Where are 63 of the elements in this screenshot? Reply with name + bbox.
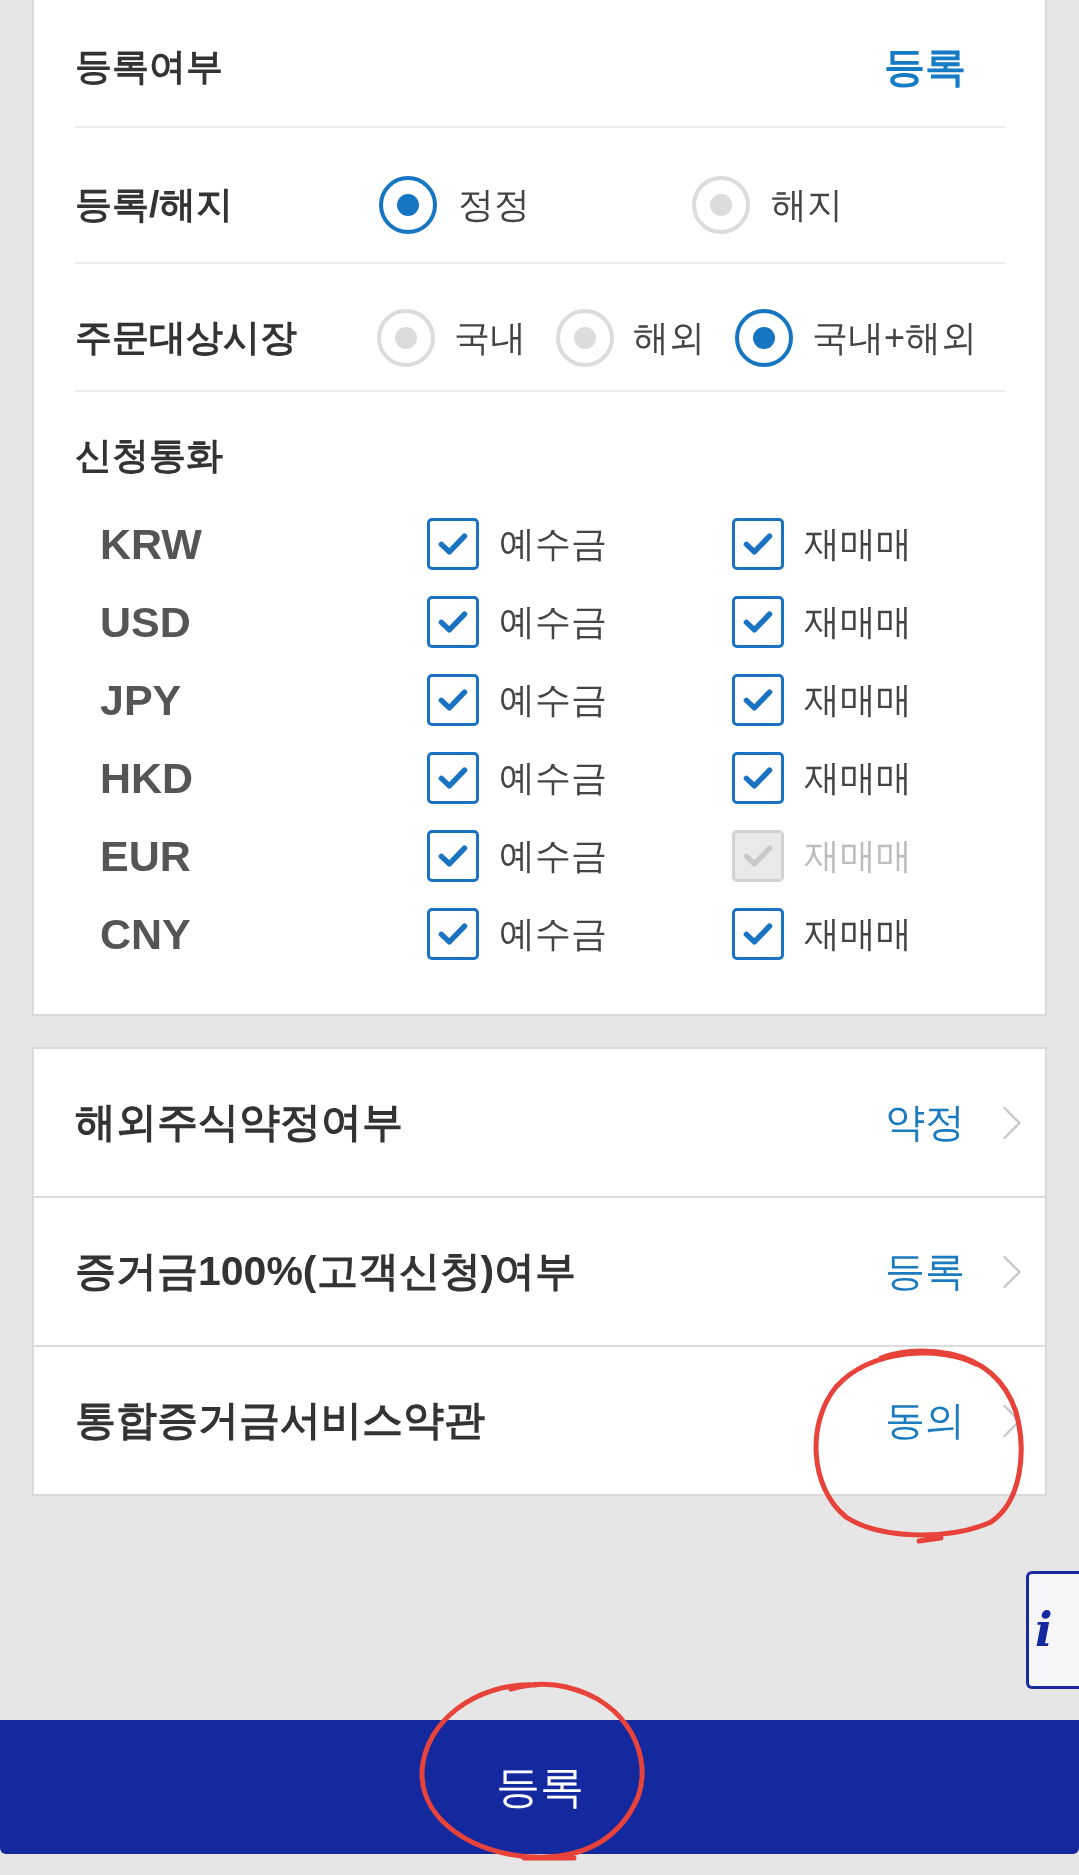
checkbox[interactable] (427, 674, 479, 726)
checkmark-icon (438, 533, 468, 555)
checkmark-icon (438, 923, 468, 945)
chevron-right-icon (1003, 1105, 1021, 1140)
radio-button[interactable] (735, 309, 793, 367)
checkmark-icon (438, 845, 468, 867)
checkbox-label: 재매매 (804, 833, 912, 878)
checkmark-icon (438, 611, 468, 633)
checkbox-label: 재매매 (804, 677, 912, 722)
status-value: 등록 (884, 42, 966, 92)
option-label: 해지 (771, 182, 843, 227)
currency-code: JPY (100, 675, 183, 725)
checkbox-label: 예수금 (499, 911, 607, 956)
currency-code: HKD (100, 753, 195, 803)
info-button[interactable]: i (1026, 1571, 1079, 1689)
checkbox-label: 예수금 (499, 833, 607, 878)
checkbox-label: 재매매 (804, 521, 912, 566)
setting-label: 통합증거금서비스약관 (75, 1396, 485, 1445)
option-label: 국내 (454, 315, 526, 360)
checkmark-icon (438, 689, 468, 711)
checkbox[interactable] (732, 908, 784, 960)
section-title: 신청통화 (75, 434, 224, 478)
setting-value: 약정 (885, 1099, 965, 1146)
checkbox-label: 재매매 (804, 599, 912, 644)
register-button[interactable]: 등록 (0, 1720, 1079, 1854)
checkbox[interactable] (427, 752, 479, 804)
currency-code: EUR (100, 831, 192, 881)
row-label: 등록/해지 (75, 183, 235, 227)
checkbox[interactable] (732, 518, 784, 570)
checkbox[interactable] (427, 908, 479, 960)
checkbox-label: 예수금 (499, 677, 607, 722)
checkbox[interactable] (732, 752, 784, 804)
checkmark-icon (743, 611, 773, 633)
radio-button[interactable] (379, 176, 437, 234)
setting-value: 동의 (885, 1397, 965, 1444)
checkbox-label: 재매매 (804, 911, 912, 956)
currency-code: USD (100, 597, 192, 647)
setting-label: 해외주식약정여부 (75, 1098, 403, 1147)
row-label: 등록여부 (75, 45, 223, 89)
checkmark-icon (743, 845, 773, 867)
chevron-right-icon (1003, 1254, 1021, 1289)
option-label: 정정 (458, 182, 530, 227)
setting-label: 증거금100%(고객신청)여부 (75, 1247, 577, 1296)
currency-code: CNY (100, 909, 192, 959)
setting-value: 등록 (885, 1248, 965, 1295)
checkmark-icon (743, 923, 773, 945)
checkbox-label: 예수금 (499, 521, 607, 566)
checkbox-label: 예수금 (499, 755, 607, 800)
option-label: 국내+해외 (812, 315, 978, 360)
checkbox[interactable] (732, 674, 784, 726)
checkmark-icon (743, 767, 773, 789)
checkbox-label: 예수금 (499, 599, 607, 644)
checkbox[interactable] (732, 596, 784, 648)
checkbox[interactable] (427, 518, 479, 570)
option-label: 해외 (633, 315, 705, 360)
checkmark-icon (438, 767, 468, 789)
checkmark-icon (743, 689, 773, 711)
currency-code: KRW (100, 519, 203, 569)
checkbox[interactable] (427, 830, 479, 882)
checkbox-label: 재매매 (804, 755, 912, 800)
row-label: 주문대상시장 (75, 316, 298, 360)
checkmark-icon (743, 533, 773, 555)
checkbox[interactable] (427, 596, 479, 648)
